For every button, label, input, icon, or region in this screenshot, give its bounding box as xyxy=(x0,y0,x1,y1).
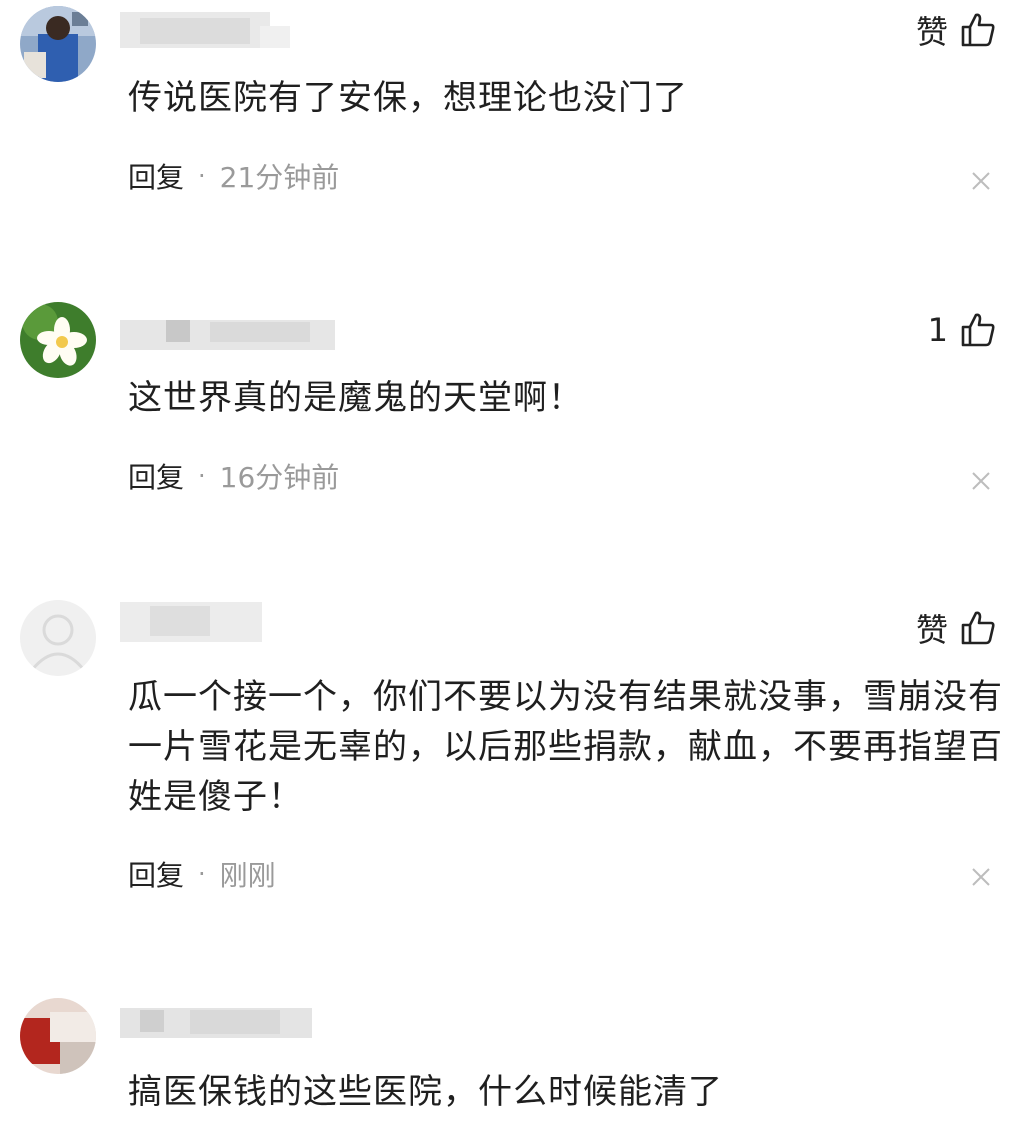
comment-1: 赞 传说医院有了安保，想理论也没门了 回复 · 21分钟前 xyxy=(0,0,1032,290)
like-button[interactable]: 赞 xyxy=(916,606,996,650)
comment-text: 传说医院有了安保，想理论也没门了 xyxy=(128,78,688,118)
username-blurred[interactable] xyxy=(120,600,270,644)
avatar[interactable] xyxy=(20,6,96,82)
comment-meta: 回复 · 16分钟前 xyxy=(128,456,339,496)
comment-3: 赞 瓜一个接一个，你们不要以为没有结果就没事，雪崩没有一片雪花是无辜的，以后那些… xyxy=(0,596,1032,986)
avatar[interactable] xyxy=(20,302,96,378)
like-count: 1 xyxy=(927,311,948,349)
like-label: 赞 xyxy=(915,13,948,51)
comment-2: 1 这世界真的是魔鬼的天堂啊！ 回复 · 16分钟前 xyxy=(0,300,1032,590)
separator: · xyxy=(198,462,206,490)
timestamp: 16分钟前 xyxy=(219,461,340,494)
timestamp: 刚刚 xyxy=(219,859,276,892)
avatar[interactable] xyxy=(20,998,96,1074)
separator: · xyxy=(198,860,206,888)
username-blurred[interactable] xyxy=(120,8,290,52)
thumbs-up-icon xyxy=(960,12,996,48)
comment-meta: 回复 · 刚刚 xyxy=(128,854,276,894)
like-label: 赞 xyxy=(915,611,948,649)
reply-button[interactable]: 回复 xyxy=(128,854,184,894)
close-icon[interactable] xyxy=(970,866,992,888)
avatar[interactable] xyxy=(20,600,96,676)
timestamp: 21分钟前 xyxy=(219,161,340,194)
comment-text: 瓜一个接一个，你们不要以为没有结果就没事，雪崩没有一片雪花是无辜的，以后那些捐款… xyxy=(128,677,1003,817)
reply-button[interactable]: 回复 xyxy=(128,156,184,196)
comment-4: 搞医保钱的这些医院，什么时候能清了 xyxy=(0,996,1032,1138)
like-button[interactable]: 赞 xyxy=(916,8,996,52)
close-icon[interactable] xyxy=(970,170,992,192)
reply-button[interactable]: 回复 xyxy=(128,456,184,496)
comment-text: 这世界真的是魔鬼的天堂啊！ xyxy=(128,378,583,418)
username-blurred[interactable] xyxy=(120,1000,320,1044)
close-icon[interactable] xyxy=(970,470,992,492)
comment-meta: 回复 · 21分钟前 xyxy=(128,156,339,196)
like-button[interactable]: 1 xyxy=(928,308,996,352)
thumbs-up-icon xyxy=(960,312,996,348)
separator: · xyxy=(198,162,206,190)
username-blurred[interactable] xyxy=(120,308,340,352)
thumbs-up-icon xyxy=(960,610,996,646)
comment-text: 搞医保钱的这些医院，什么时候能清了 xyxy=(128,1072,723,1112)
